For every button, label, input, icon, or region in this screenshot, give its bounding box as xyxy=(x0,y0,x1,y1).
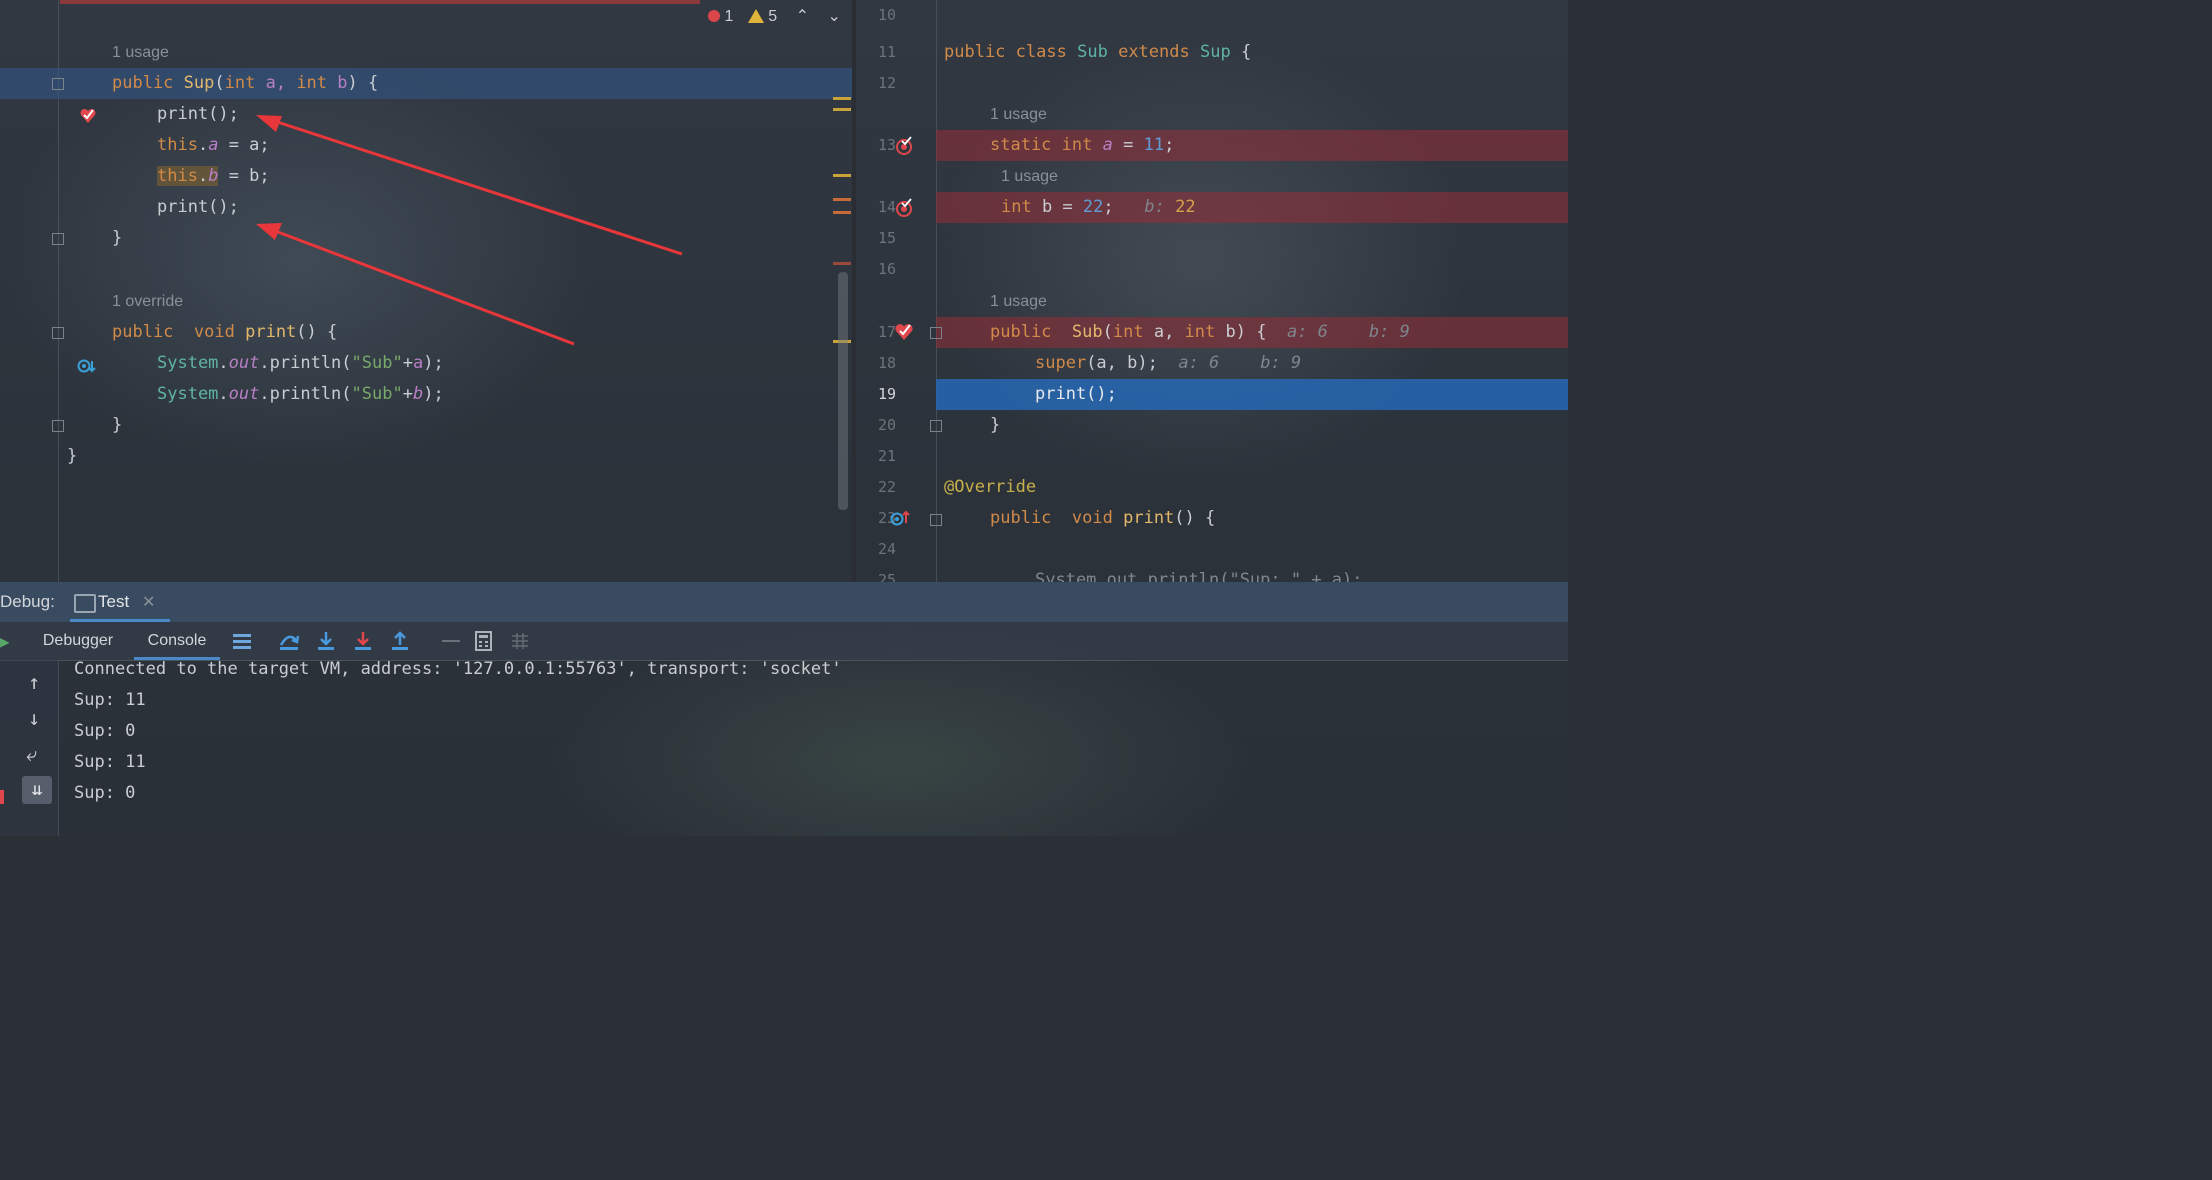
evaluate-expression-icon[interactable] xyxy=(474,631,494,651)
disabled-action-icon xyxy=(442,640,460,642)
console-line: Sup: 11 xyxy=(74,690,146,710)
down-arrow-icon[interactable]: ↓ xyxy=(28,706,40,730)
step-over-icon[interactable] xyxy=(278,631,300,651)
trace-icon[interactable] xyxy=(510,631,530,651)
scroll-to-end-icon[interactable]: ⇊ xyxy=(22,776,52,804)
show-execution-point-icon[interactable] xyxy=(232,631,252,651)
arrow-annotation xyxy=(256,223,575,346)
resume-icon[interactable]: ▶ xyxy=(0,632,10,651)
console-line: Sup: 0 xyxy=(74,721,136,741)
up-arrow-icon[interactable]: ↑ xyxy=(28,670,40,694)
console-icon xyxy=(74,594,96,613)
console-line: Connected to the target VM, address: '12… xyxy=(74,659,842,679)
debug-tool-window-header: Debug: Test ✕ xyxy=(0,582,1568,622)
annotation-arrows xyxy=(256,115,683,346)
arrow-annotation xyxy=(256,115,683,256)
console-line: Sup: 0 xyxy=(74,783,136,803)
step-out-icon[interactable] xyxy=(390,631,410,651)
console-output[interactable]: Connected to the target VM, address: '12… xyxy=(58,659,1568,836)
force-step-into-icon[interactable] xyxy=(353,631,373,651)
close-icon[interactable]: ✕ xyxy=(142,592,155,612)
debug-label: Debug: xyxy=(0,592,55,611)
console-side-toolbar: ↑ ↓ ⤶ ⇊ xyxy=(0,660,59,836)
step-into-icon[interactable] xyxy=(316,631,336,651)
soft-wrap-icon[interactable]: ⤶ xyxy=(26,742,37,766)
run-config-tab[interactable]: Test ✕ xyxy=(70,582,170,622)
console-line: Sup: 11 xyxy=(74,752,146,772)
stop-indicator[interactable] xyxy=(0,790,4,804)
